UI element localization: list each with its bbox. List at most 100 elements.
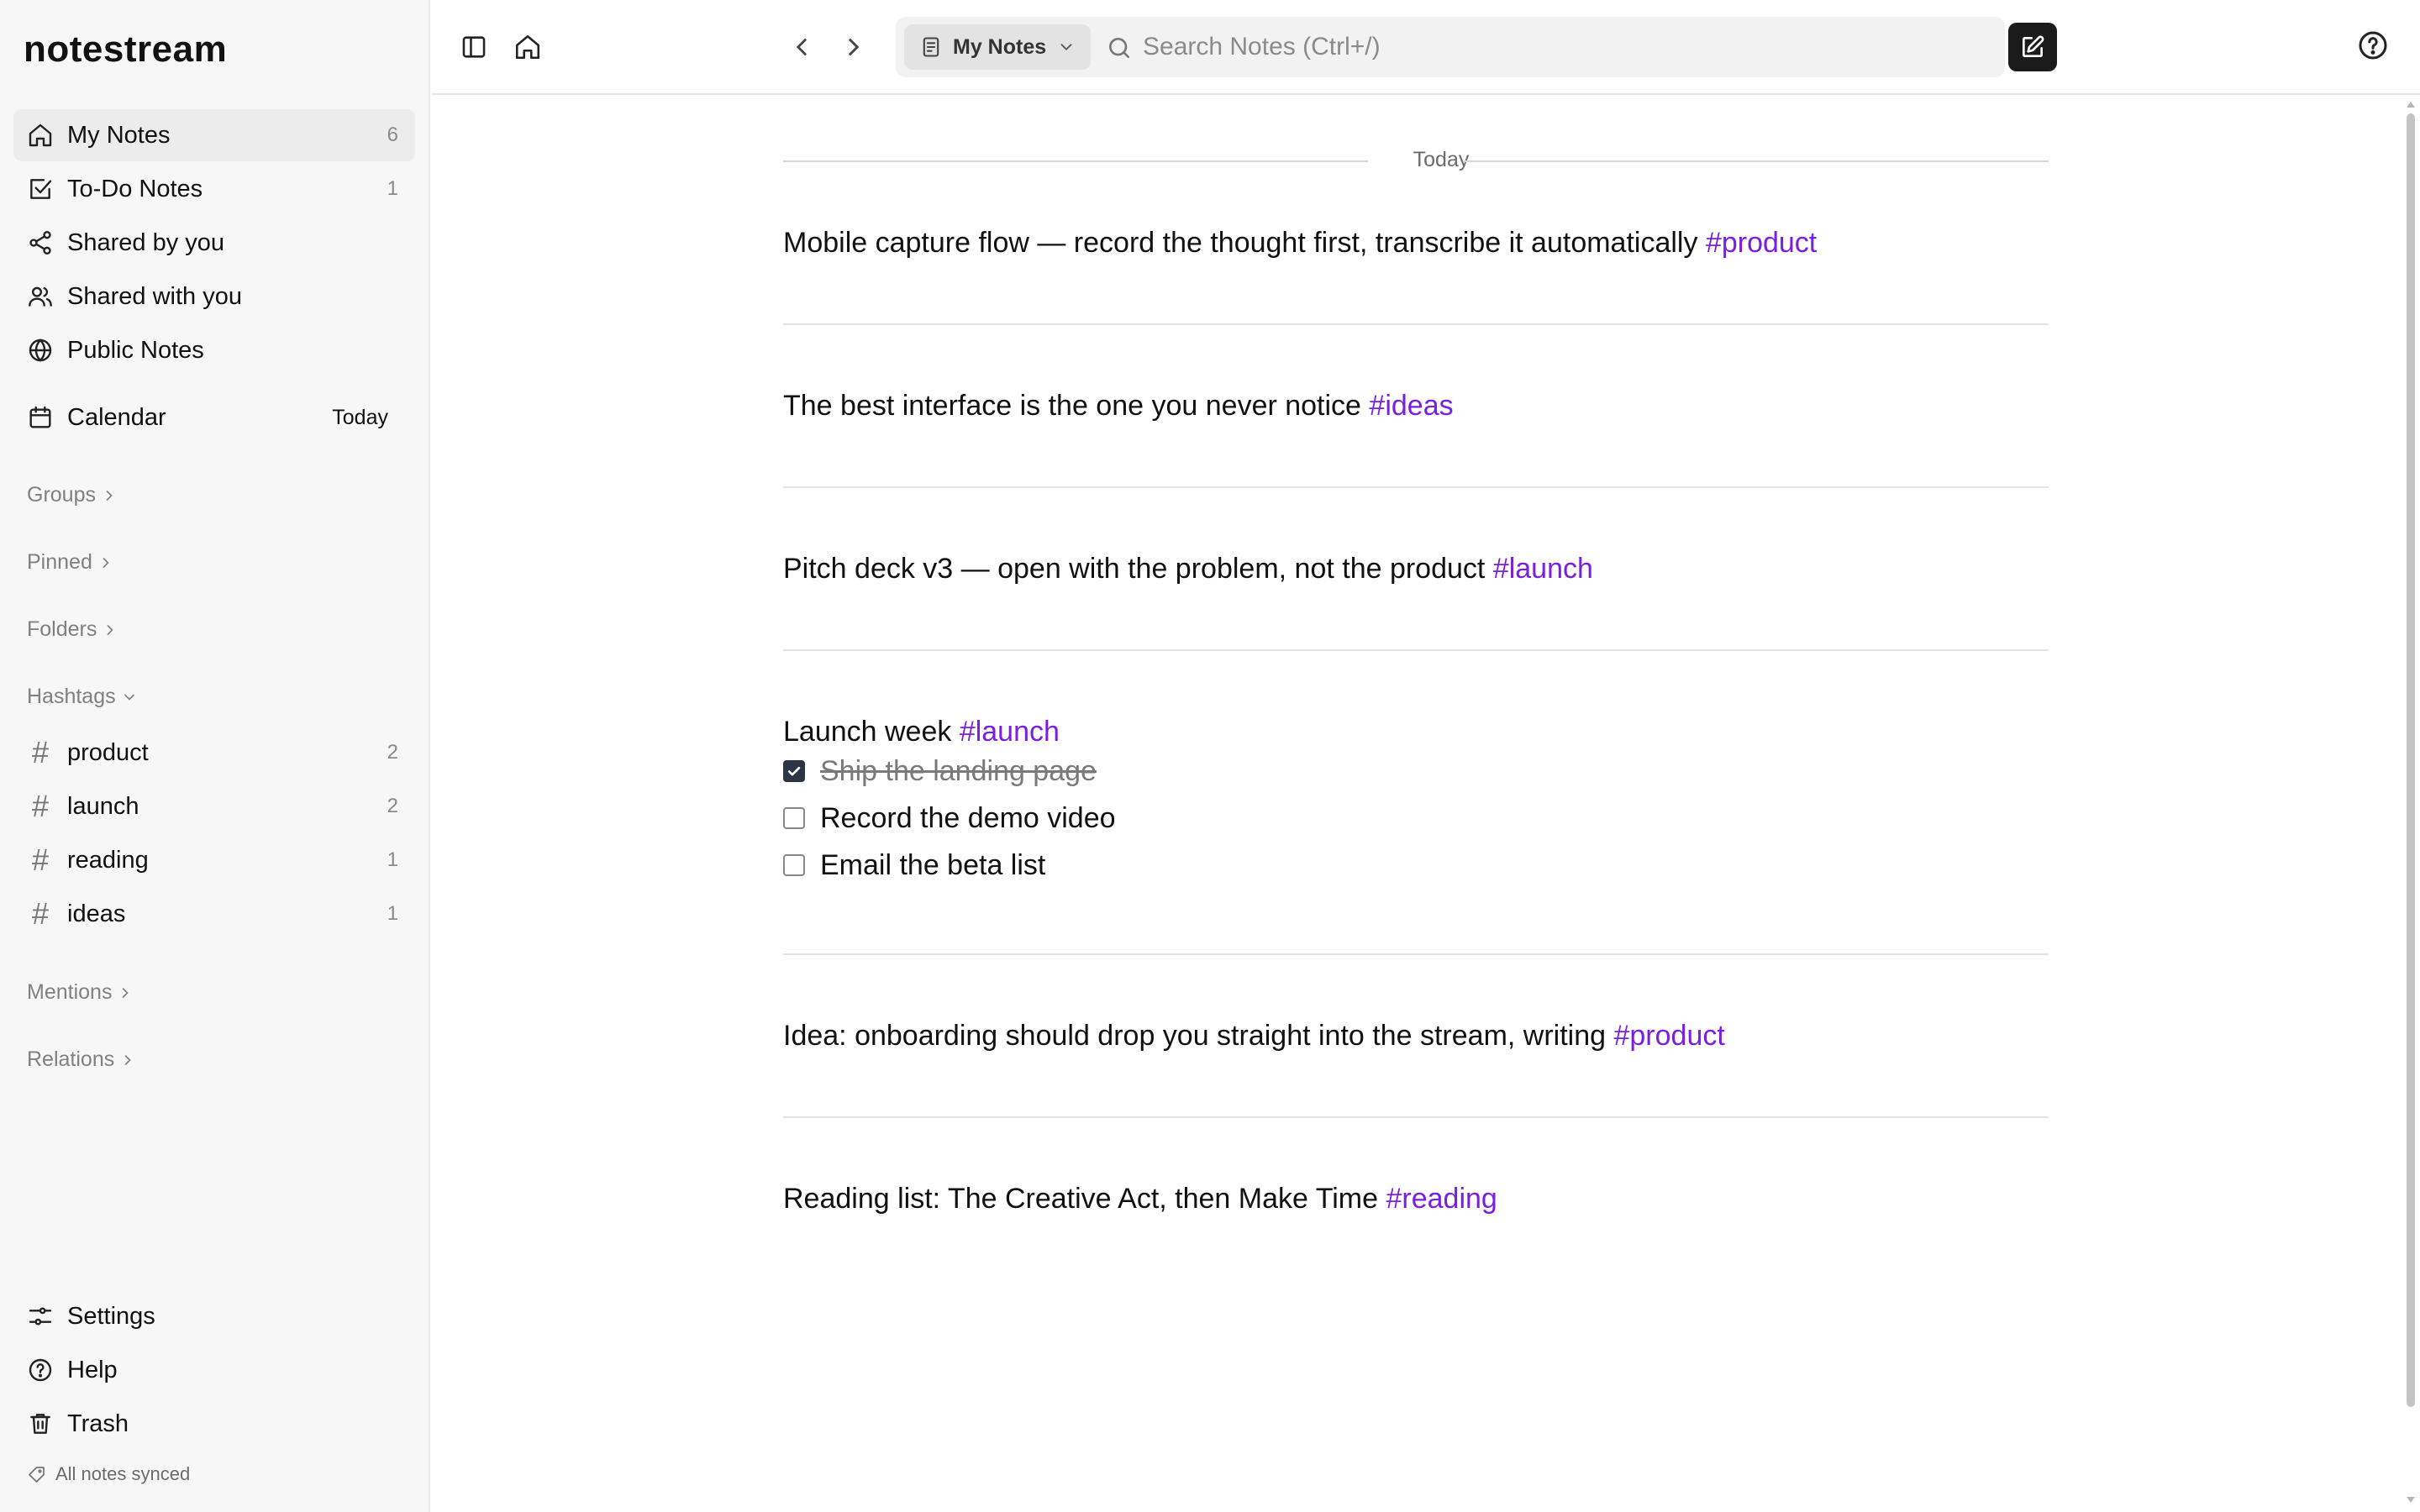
note-count: 1: [387, 848, 398, 871]
home-icon: [27, 122, 54, 149]
chevron-left-icon: [796, 39, 807, 55]
section-pinned[interactable]: Pinned: [27, 550, 114, 575]
note-hashtag[interactable]: #product: [1613, 1020, 1724, 1052]
search-input[interactable]: [1143, 27, 1983, 67]
section-relations[interactable]: Relations: [27, 1047, 136, 1072]
forward-button[interactable]: [834, 27, 874, 67]
help-circle-icon: [27, 1357, 54, 1383]
note-count: 2: [387, 741, 398, 764]
section-hashtags[interactable]: Hashtags: [27, 685, 138, 709]
sidebar-item-todo-notes[interactable]: To-Do Notes 1: [13, 163, 415, 215]
sidebar-item-shared-by-you[interactable]: Shared by you: [13, 217, 415, 269]
chevron-down-icon: [1060, 44, 1072, 51]
help-button[interactable]: [2356, 29, 2395, 67]
note-item[interactable]: Reading list: The Creative Act, then Mak…: [783, 1179, 2049, 1219]
document-icon: [923, 37, 939, 57]
calendar-icon: [27, 404, 54, 431]
sidebar-item-hashtag-ideas[interactable]: # ideas 1: [13, 888, 415, 940]
note-hashtag[interactable]: #reading: [1386, 1183, 1497, 1215]
sidebar-item-settings[interactable]: Settings: [13, 1290, 415, 1342]
note-hashtag[interactable]: #ideas: [1369, 390, 1453, 422]
sidebar-item-hashtag-reading[interactable]: # reading 1: [13, 834, 415, 886]
note-hashtag[interactable]: #launch: [1493, 553, 1593, 585]
note-text: Launch week: [783, 716, 960, 748]
sidebar-item-label: Help: [67, 1356, 118, 1383]
section-folders[interactable]: Folders: [27, 617, 118, 642]
sidebar-item-my-notes[interactable]: My Notes 6: [13, 109, 415, 161]
section-label: Mentions: [27, 980, 113, 1004]
note-text: The best interface is the one you never …: [783, 390, 1370, 422]
hash-icon: #: [31, 735, 50, 769]
note-separator: [783, 953, 2049, 955]
chevron-right-icon: [106, 490, 113, 501]
note-item[interactable]: Pitch deck v3 — open with the problem, n…: [783, 549, 2049, 589]
note-separator: [783, 649, 2049, 651]
note-count: 6: [387, 123, 398, 146]
app-logo: notestream: [24, 29, 228, 70]
sidebar-toggle-icon: [462, 36, 486, 58]
sidebar-item-shared-with-you[interactable]: Shared with you: [13, 270, 415, 323]
sidebar-item-hashtag-product[interactable]: # product 2: [13, 727, 415, 779]
note-count: 1: [387, 902, 398, 925]
todo-checkbox[interactable]: [783, 854, 805, 876]
sidebar-item-public-notes[interactable]: Public Notes: [13, 324, 415, 376]
note-separator: [783, 486, 2049, 488]
search-scope-dropdown[interactable]: My Notes: [904, 24, 1091, 70]
back-button[interactable]: [781, 27, 822, 67]
users-icon: [27, 283, 54, 310]
sidebar-item-label: Settings: [67, 1302, 155, 1330]
divider: [783, 160, 1368, 162]
check-icon: [787, 766, 801, 776]
note-item[interactable]: The best interface is the one you never …: [783, 386, 2049, 426]
checkbox-icon: [27, 176, 54, 202]
chevron-right-icon: [123, 987, 129, 998]
globe-icon: [27, 337, 54, 364]
home-button[interactable]: [508, 27, 548, 67]
section-mentions[interactable]: Mentions: [27, 980, 134, 1005]
todo-item: Ship the landing page: [783, 751, 1097, 791]
sliders-icon: [27, 1303, 54, 1330]
new-note-button[interactable]: [2008, 23, 2057, 71]
chevron-right-icon: [103, 557, 109, 568]
sidebar-toggle-button[interactable]: [454, 27, 494, 67]
todo-item: Record the demo video: [783, 798, 1116, 838]
scrollbar[interactable]: [2402, 95, 2420, 1512]
sidebar-item-help[interactable]: Help: [13, 1344, 415, 1396]
section-label: Hashtags: [27, 685, 116, 708]
sidebar-item-label: Calendar: [67, 403, 166, 431]
calendar-today-link[interactable]: Today: [332, 406, 388, 430]
todo-checkbox[interactable]: [783, 807, 805, 829]
sidebar-item-hashtag-launch[interactable]: # launch 2: [13, 780, 415, 832]
trash-icon: [27, 1410, 54, 1437]
new-note-icon: [2023, 35, 2044, 57]
chevron-right-icon: [849, 39, 860, 55]
hash-icon: #: [31, 789, 50, 823]
note-hashtag[interactable]: #product: [1706, 227, 1817, 259]
todo-text: Record the demo video: [820, 801, 1116, 834]
search-scope-label: My Notes: [953, 34, 1047, 59]
sidebar-item-label: product: [67, 738, 149, 766]
section-groups[interactable]: Groups: [27, 483, 118, 507]
chevron-right-icon: [124, 1054, 131, 1065]
hash-icon: #: [31, 896, 50, 931]
scrollbar-thumb[interactable]: [2407, 113, 2415, 1407]
note-hashtag[interactable]: #launch: [960, 716, 1060, 748]
sidebar-item-label: Public Notes: [67, 336, 204, 364]
section-label: Groups: [27, 483, 96, 507]
top-bar: My Notes: [432, 0, 2420, 95]
divider: [1464, 160, 2049, 162]
todo-text: Ship the landing page: [820, 754, 1097, 787]
section-label: Relations: [27, 1047, 115, 1071]
note-item[interactable]: Mobile capture flow — record the thought…: [783, 223, 2049, 263]
chevron-down-icon: [124, 694, 134, 701]
scroll-up-icon[interactable]: [2406, 100, 2416, 110]
note-item[interactable]: Launch week #launch: [783, 711, 2049, 752]
sidebar-item-trash[interactable]: Trash: [13, 1398, 415, 1450]
sync-status: All notes synced: [27, 1463, 190, 1485]
scroll-down-icon[interactable]: [2406, 1494, 2416, 1504]
search-bar: My Notes: [896, 17, 2005, 77]
todo-checkbox[interactable]: [783, 760, 805, 782]
sidebar-item-calendar[interactable]: Calendar Today: [13, 391, 415, 444]
note-item[interactable]: Idea: onboarding should drop you straigh…: [783, 1016, 2049, 1056]
sidebar-item-label: My Notes: [67, 121, 171, 149]
